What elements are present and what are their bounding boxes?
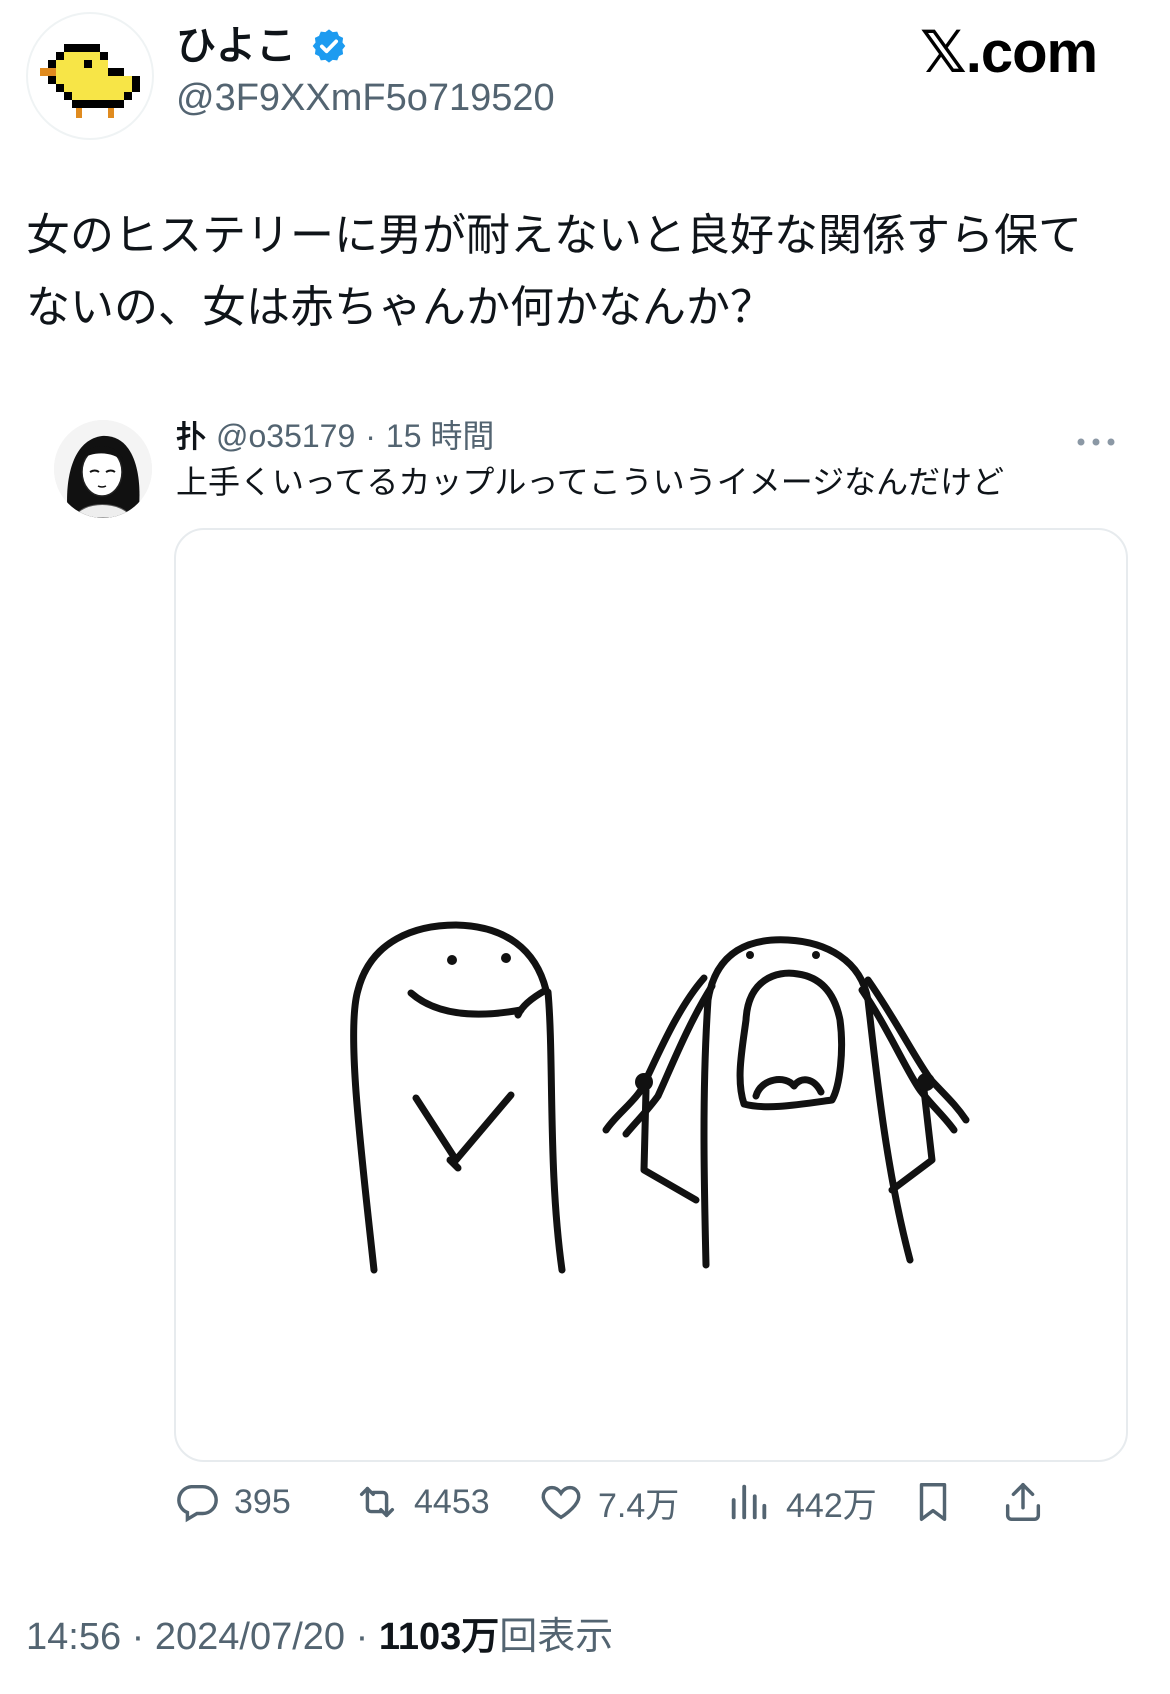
total-views-label: 回表示: [499, 1616, 614, 1658]
more-dots-icon[interactable]: [1076, 420, 1116, 454]
tweet-text-line: 女のヒステリーに男が耐えないと良好な関係すら保て: [26, 210, 1082, 261]
quoted-media-image[interactable]: [174, 528, 1128, 1462]
heart-icon: [541, 1485, 581, 1520]
x-logo-icon: 𝕏: [920, 18, 967, 86]
like-count: 7.4万: [598, 1486, 680, 1525]
bookmark-icon: [919, 1483, 947, 1521]
brand-domain: .com: [965, 20, 1098, 85]
action-bar: 395 4453 7.4万 442万: [174, 1470, 1134, 1534]
quoted-tweet-text: 上手くいってるカップルってこういうイメージなんだけど: [176, 463, 1005, 501]
retweet-icon: [359, 1486, 395, 1518]
quoted-author-handle[interactable]: @o35179: [216, 416, 355, 456]
share-icon: [1005, 1483, 1041, 1521]
views-button[interactable]: 442万: [726, 1470, 877, 1534]
quoted-author-name[interactable]: 扑: [176, 418, 206, 458]
views-count: 442万: [786, 1486, 877, 1525]
tweet-date[interactable]: 2024/07/20: [155, 1616, 345, 1658]
chick-icon: [40, 44, 140, 118]
tweet-time[interactable]: 14:56: [26, 1616, 121, 1658]
author-avatar[interactable]: [26, 12, 154, 140]
separator-dot: ·: [121, 1616, 155, 1658]
quoted-header: 扑 @o35179 · 15 時間: [176, 416, 494, 458]
total-views-count: 1103万: [378, 1616, 500, 1658]
tweet-text: 女のヒステリーに男が耐えないと良好な関係すら保て ないの、女は赤ちゃんか何かなん…: [26, 200, 1146, 344]
author-handle[interactable]: @3F9XXmF5o719520: [176, 74, 555, 122]
quoted-author-avatar[interactable]: [54, 420, 152, 518]
x-com-watermark: 𝕏.com: [920, 18, 1098, 86]
reply-count: 395: [234, 1482, 291, 1521]
retweet-button[interactable]: 4453: [354, 1470, 490, 1534]
anime-girl-avatar-icon: [54, 420, 152, 518]
tweet-meta-footer: 14:56 · 2024/07/20 · 1103万回表示: [26, 1612, 613, 1662]
quoted-timestamp[interactable]: 15 時間: [386, 416, 495, 456]
tweet-text-line: ないの、女は赤ちゃんか何かなんか？: [26, 282, 774, 333]
reply-button[interactable]: 395: [174, 1470, 291, 1534]
couple-drawing-image: [350, 921, 970, 1274]
views-chart-icon: [731, 1484, 767, 1520]
separator-dot: ·: [365, 418, 376, 454]
author-display-name[interactable]: ひよこ: [176, 22, 296, 70]
reply-icon: [177, 1484, 218, 1523]
separator-dot: ·: [345, 1616, 379, 1658]
verified-badge-icon: [312, 29, 346, 63]
bookmark-button[interactable]: [910, 1470, 956, 1534]
retweet-count: 4453: [414, 1482, 490, 1521]
author-display-name-row[interactable]: ひよこ: [176, 22, 348, 70]
share-button[interactable]: [1000, 1470, 1046, 1534]
like-button[interactable]: 7.4万: [538, 1470, 679, 1534]
